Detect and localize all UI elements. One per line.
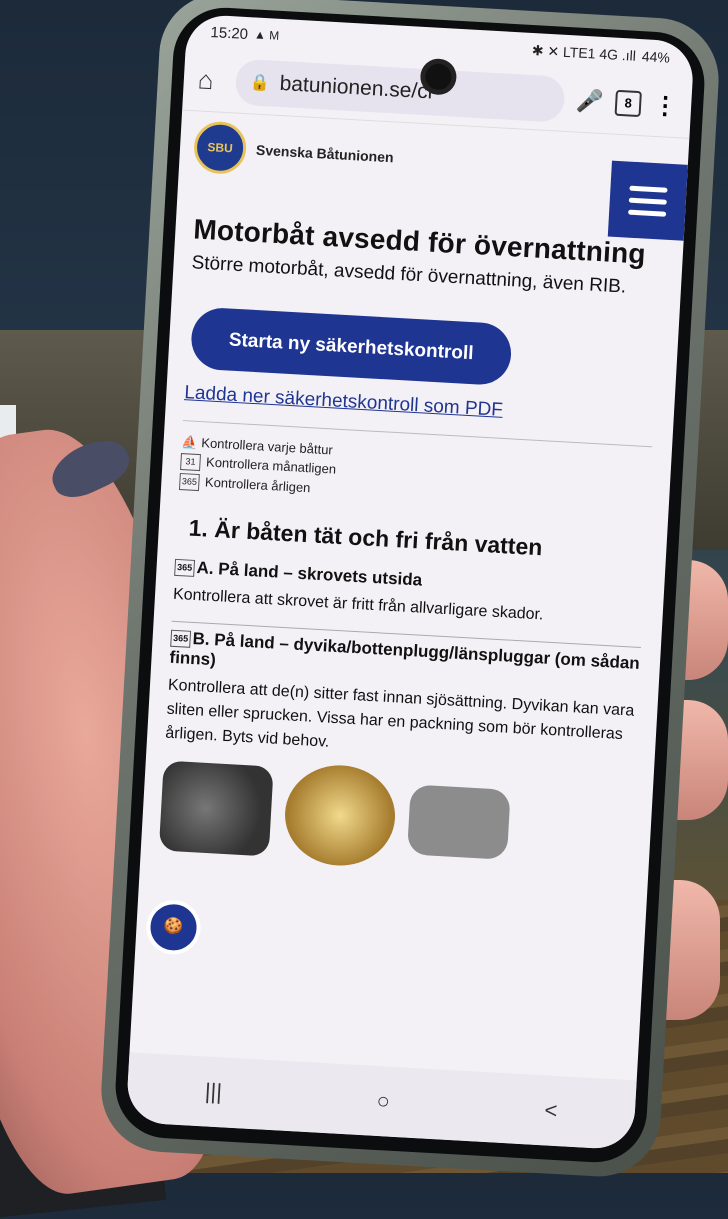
back-button[interactable]: < [544,1097,558,1124]
status-left-icons: ▲ M [253,27,280,43]
brass-plug-image [282,762,398,869]
recents-button[interactable]: ||| [204,1078,223,1105]
start-check-button[interactable]: Starta ny säkerhetskontroll [189,306,513,386]
more-menu-icon[interactable]: ⋮ [652,90,678,120]
page-content: Motorbåt avsedd för övernattning Större … [140,180,686,896]
url-text: batunionen.se/cl [279,71,434,104]
boat-icon: ⛵ [181,433,199,450]
drain-plug-image [158,760,274,857]
cookie-settings-button[interactable]: 🍪 [145,898,202,956]
item-title-text: A. På land – skrovets utsida [196,557,423,590]
site-logo[interactable]: SBU [192,120,248,176]
bung-image [406,784,511,860]
tab-switcher-button[interactable]: 8 [614,89,642,118]
mic-icon[interactable]: 🎤 [575,88,604,115]
checklist-item[interactable]: 365 B. På land – dyvika/bottenplugg/länsp… [158,622,641,896]
site-name: Svenska Båtunionen [255,141,394,166]
signal-icons: ✱ ✕ LTE1 4G .ıll [531,41,637,64]
phone-screen: 15:20 ▲ M ✱ ✕ LTE1 4G .ıll 44% ⌂ 🔒 batun… [125,13,695,1151]
legend-label: Kontrollera varje båttur [201,434,334,458]
calendar-year-icon: 365 [178,472,200,491]
home-button[interactable]: ○ [376,1088,391,1115]
legend-label: Kontrollera årligen [204,474,311,496]
lock-icon: 🔒 [249,74,271,93]
calendar-year-icon: 365 [174,558,196,577]
logo-text: SBU [207,140,234,156]
address-bar[interactable]: 🔒 batunionen.se/cl [234,58,566,123]
calendar-month-icon: 31 [180,452,201,471]
legend-label: Kontrollera månatligen [205,454,337,477]
calendar-year-icon: 365 [170,629,192,648]
legend: ⛵ Kontrollera varje båttur 31 Kontroller… [178,419,653,517]
status-right: ✱ ✕ LTE1 4G .ıll 44% [531,41,670,66]
status-time: 15:20 [210,23,249,43]
hamburger-menu-button[interactable] [607,160,688,241]
home-icon[interactable]: ⌂ [197,64,224,95]
battery-level: 44% [641,47,671,66]
phone: 15:20 ▲ M ✱ ✕ LTE1 4G .ıll 44% ⌂ 🔒 batun… [98,0,722,1180]
product-images [158,755,634,881]
